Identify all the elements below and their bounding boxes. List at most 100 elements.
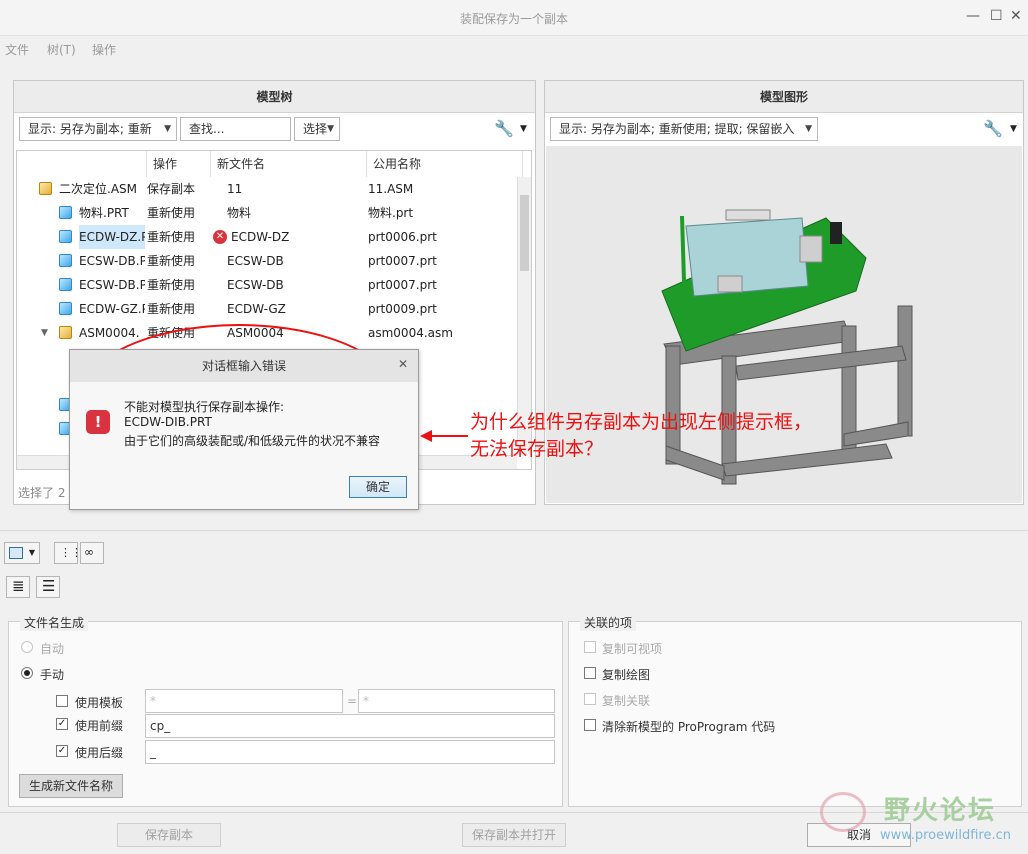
select-combo[interactable]: 选择 ▼ (294, 117, 340, 141)
tree-status: 选择了 2 (18, 486, 66, 500)
assembly-3d-model (661, 209, 913, 485)
use-template-label: 使用模板 (75, 696, 124, 710)
annotation-text-line2: 无法保存副本？ (470, 438, 604, 460)
watermark-url: www.proewildfire.cn (880, 828, 1011, 843)
prefix-field[interactable]: cp_ (145, 714, 555, 738)
expand-triangle-icon[interactable]: ▼ (41, 321, 48, 345)
chevron-down-icon[interactable]: ▼ (1010, 124, 1017, 134)
row-common-name: 11.ASM (368, 182, 414, 196)
view-button[interactable]: ∞ (80, 542, 104, 564)
tree-display-combo[interactable]: 显示: 另存为副本; 重新 ▼ (19, 117, 177, 141)
row-name[interactable]: 物料.PRT (79, 201, 145, 225)
copy-relations-checkbox[interactable] (584, 693, 596, 705)
tree-display-combo-label: 显示: 另存为副本; 重新 (28, 122, 152, 136)
error-message-line2: ECDW-DIB.PRT (124, 415, 212, 429)
error-dialog: 对话框输入错误 ✕ ! 不能对模型执行保存副本操作: ECDW-DIB.PRT … (69, 349, 419, 510)
table-row[interactable]: 二次定位.ASM 保存副本 11 11.ASM (17, 177, 517, 201)
table-row[interactable]: ECDW-GZ.P 重新使用 ECDW-GZ prt0009.prt (17, 297, 517, 321)
annotation-text-line1: 为什么组件另存副本为出现左侧提示框， (470, 411, 813, 433)
tree-structure-button[interactable]: ⋮⋮ (54, 542, 82, 564)
graphics-display-combo-label: 显示: 另存为副本; 重新使用; 提取; 保留嵌入 (559, 122, 795, 136)
template-target-field[interactable]: * (358, 689, 555, 713)
menu-tree[interactable]: 树(T) (47, 41, 76, 58)
scrollbar-thumb[interactable] (520, 195, 529, 271)
layout-toggle-button[interactable]: ▼ (4, 542, 40, 564)
error-icon: ! (86, 410, 110, 434)
manual-label: 手动 (40, 668, 65, 682)
save-copy-button[interactable]: 保存副本 (117, 823, 221, 847)
maximize-button[interactable]: ☐ (990, 8, 1003, 24)
row-new-filename[interactable]: 物料 (227, 201, 367, 225)
row-operation[interactable]: 重新使用 (147, 273, 211, 297)
row-operation[interactable]: 重新使用 (147, 297, 211, 321)
graphics-display-combo[interactable]: 显示: 另存为副本; 重新使用; 提取; 保留嵌入 ▼ (550, 117, 818, 141)
copy-relations-label: 复制关联 (602, 694, 651, 708)
model-viewport[interactable] (546, 146, 1022, 503)
watermark-brand: 野火论坛 (884, 796, 997, 826)
auto-radio[interactable] (21, 641, 33, 653)
row-new-filename[interactable]: 11 (227, 177, 367, 201)
copy-drawing-checkbox[interactable] (584, 667, 596, 679)
list-icon: ☰ (42, 577, 56, 595)
row-new-filename[interactable]: ECSW-DB (227, 273, 367, 297)
row-new-filename[interactable]: ECDW-GZ (227, 297, 367, 321)
manual-radio[interactable] (21, 667, 33, 679)
row-operation[interactable]: 重新使用 (147, 201, 211, 225)
clear-proprogram-checkbox[interactable] (584, 719, 596, 731)
chevron-down-icon[interactable]: ▼ (520, 124, 527, 134)
panel-icon (9, 547, 23, 559)
table-row[interactable]: ECSW-DB.P 重新使用 ECSW-DB prt0007.prt (17, 249, 517, 273)
glasses-icon: ∞ (84, 545, 94, 559)
part-icon (59, 206, 72, 219)
ok-button[interactable]: 确定 (349, 476, 407, 498)
chevron-down-icon: ▼ (28, 548, 35, 557)
row-operation[interactable]: 重新使用 (147, 249, 211, 273)
template-field[interactable]: * (145, 689, 343, 713)
row-name[interactable]: ECDW-GZ.P (79, 297, 145, 321)
list-dense-button[interactable]: ≣ (6, 576, 30, 598)
suffix-field[interactable]: _ (145, 740, 555, 764)
use-suffix-checkbox[interactable]: ✓ (56, 745, 68, 757)
use-prefix-label: 使用前缀 (75, 719, 124, 733)
separator (0, 530, 1028, 531)
table-row[interactable]: ECDW-DZ.P 重新使用 ✕ ECDW-DZ prt0006.prt (17, 225, 517, 249)
tree-search-input[interactable]: 查找... (180, 117, 291, 141)
annotation-arrow-icon (420, 430, 468, 442)
error-icon: ✕ (213, 230, 227, 244)
row-common-name: prt0007.prt (368, 278, 437, 292)
menu-file[interactable]: 文件 (5, 41, 29, 58)
row-name[interactable]: ECDW-DZ.P (79, 225, 145, 249)
watermark: 野火论坛 www.proewildfire.cn (816, 786, 1028, 854)
column-header-common[interactable]: 公用名称 (367, 151, 523, 177)
minimize-button[interactable]: — (966, 8, 980, 24)
column-header-newname[interactable]: 新文件名 (211, 151, 367, 177)
row-name[interactable]: 二次定位.ASM (59, 177, 145, 201)
close-button[interactable]: ✕ (1010, 8, 1022, 24)
list-sparse-button[interactable]: ☰ (36, 576, 60, 598)
row-common-name: asm0004.asm (368, 326, 453, 340)
row-common-name: prt0009.prt (368, 302, 437, 316)
row-new-filename[interactable]: ECSW-DB (227, 249, 367, 273)
chevron-down-icon: ▼ (805, 124, 812, 134)
close-icon[interactable]: ✕ (398, 357, 408, 371)
row-new-filename[interactable]: ECDW-DZ (231, 225, 371, 249)
chevron-down-icon: ▼ (327, 124, 334, 134)
table-row[interactable]: 物料.PRT 重新使用 物料 物料.prt (17, 201, 517, 225)
row-operation[interactable]: 重新使用 (147, 225, 211, 249)
table-row[interactable]: ECSW-DB.P 重新使用 ECSW-DB prt0007.prt (17, 273, 517, 297)
use-template-checkbox[interactable] (56, 695, 68, 707)
row-name[interactable]: ECSW-DB.P (79, 273, 145, 297)
copy-visible-checkbox[interactable] (584, 641, 596, 653)
use-prefix-checkbox[interactable]: ✓ (56, 718, 68, 730)
equals-label: = (347, 694, 358, 708)
row-operation[interactable]: 保存副本 (147, 177, 211, 201)
menu-actions[interactable]: 操作 (92, 41, 116, 58)
generate-filename-button[interactable]: 生成新文件名称 (19, 774, 123, 798)
use-suffix-label: 使用后缀 (75, 746, 124, 760)
save-copy-open-button[interactable]: 保存副本并打开 (462, 823, 566, 847)
tools-icon[interactable]: 🔧 (983, 119, 1003, 138)
row-name[interactable]: ECSW-DB.P (79, 249, 145, 273)
column-header-operation[interactable]: 操作 (147, 151, 211, 177)
row-common-name: 物料.prt (368, 206, 414, 220)
tools-icon[interactable]: 🔧 (494, 119, 514, 138)
